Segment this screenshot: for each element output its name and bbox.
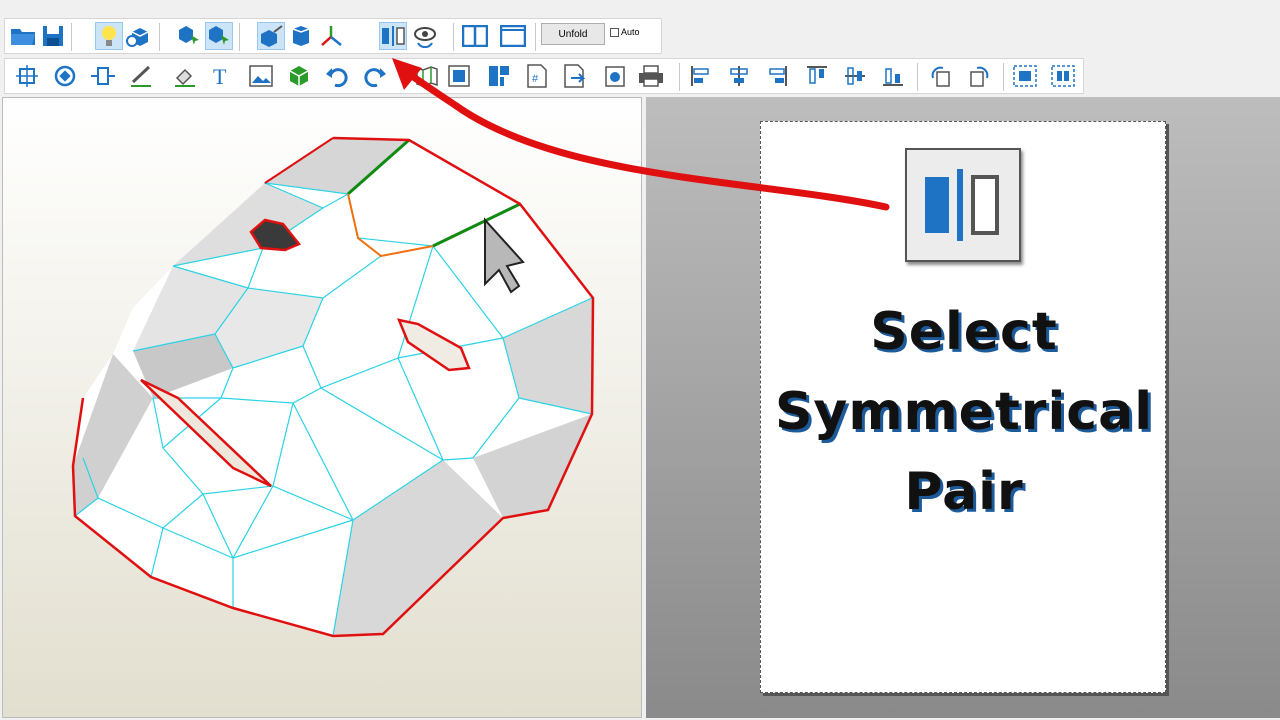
cylinder-icon[interactable] — [287, 22, 315, 50]
align-middle-icon[interactable] — [841, 62, 869, 90]
select-part-icon[interactable] — [205, 22, 233, 50]
move-icon[interactable] — [13, 62, 41, 90]
save-icon[interactable] — [39, 22, 67, 50]
separator — [679, 63, 680, 91]
callout-title-line2: Symmetrical — [774, 382, 1154, 442]
ungroup-icon[interactable] — [1049, 62, 1077, 90]
separator — [453, 23, 454, 51]
undo-icon[interactable] — [323, 62, 351, 90]
separator — [159, 23, 160, 51]
image-icon[interactable] — [247, 62, 275, 90]
checkbox-box[interactable] — [610, 27, 619, 37]
svg-text:#: # — [532, 73, 539, 85]
auto-label: Auto — [621, 27, 640, 37]
callout-title: Select Symmetrical Pair — [761, 292, 1167, 532]
paper-sheet: Select Symmetrical Pair — [760, 121, 1166, 693]
rotate-right-icon[interactable] — [965, 62, 993, 90]
auto-checkbox[interactable]: Auto — [610, 27, 640, 37]
separator — [1003, 63, 1004, 91]
align-bottom-icon[interactable] — [879, 62, 907, 90]
map-fold-icon[interactable] — [413, 62, 441, 90]
lightbulb-icon[interactable] — [95, 22, 123, 50]
callout-title-line3: Pair — [904, 462, 1024, 522]
align-right-icon[interactable] — [763, 62, 791, 90]
separator — [917, 63, 918, 91]
split-view-icon[interactable] — [461, 22, 489, 50]
frame-icon[interactable] — [445, 62, 473, 90]
resize-icon[interactable] — [89, 62, 117, 90]
face-model-icon — [71, 136, 595, 638]
text-icon[interactable]: T — [207, 62, 235, 90]
symmetrical-pair-icon[interactable] — [379, 22, 407, 50]
symmetrical-pair-icon — [905, 148, 1021, 262]
axes-icon[interactable] — [317, 22, 345, 50]
rotate-eye-icon[interactable] — [411, 22, 439, 50]
single-view-icon[interactable] — [499, 22, 527, 50]
separator — [535, 23, 536, 51]
select-face-icon[interactable] — [175, 22, 203, 50]
printer-icon[interactable] — [637, 62, 665, 90]
pencil-icon[interactable] — [127, 62, 155, 90]
separator — [239, 23, 240, 51]
callout-title-line1: Select — [870, 302, 1058, 362]
export-page-icon[interactable] — [561, 62, 589, 90]
separator — [71, 23, 72, 51]
open-folder-icon[interactable] — [9, 22, 37, 50]
3d-view-icon[interactable] — [125, 22, 153, 50]
3d-box-icon[interactable] — [285, 62, 313, 90]
align-center-icon[interactable] — [725, 62, 753, 90]
rotate-icon[interactable] — [51, 62, 79, 90]
group-icon[interactable] — [1011, 62, 1039, 90]
svg-text:T: T — [213, 64, 227, 88]
unfold-button[interactable]: Unfold — [541, 23, 605, 45]
2d-paper-viewport[interactable]: Select Symmetrical Pair — [646, 97, 1280, 718]
snapshot-icon[interactable] — [601, 62, 629, 90]
fill-icon[interactable] — [171, 62, 199, 90]
toolbar-bottom: T # — [4, 58, 1084, 94]
window-top-strip — [0, 0, 1280, 18]
redo-icon[interactable] — [361, 62, 389, 90]
align-left-icon[interactable] — [687, 62, 715, 90]
page-number-icon[interactable]: # — [523, 62, 551, 90]
rotate-left-icon[interactable] — [927, 62, 955, 90]
page-layout-icon[interactable] — [485, 62, 513, 90]
align-top-icon[interactable] — [803, 62, 831, 90]
toolbar-top: Unfold Auto — [4, 18, 662, 54]
paint-box-icon[interactable] — [257, 22, 285, 50]
3d-model-viewport[interactable] — [2, 97, 642, 718]
